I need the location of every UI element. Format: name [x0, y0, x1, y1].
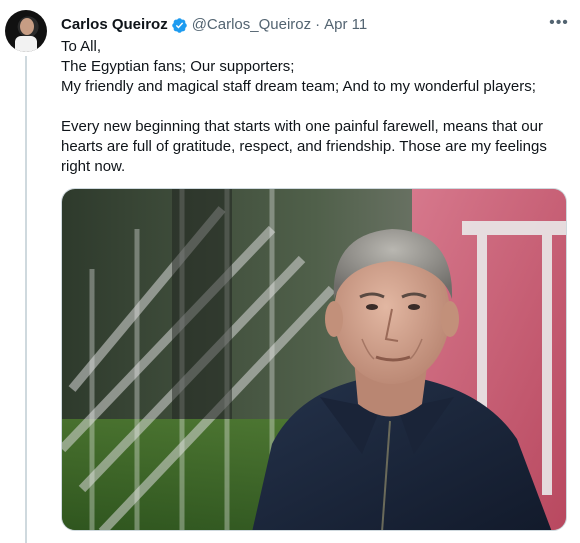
- tweet-line: The Egyptian fans; Our supporters;: [61, 58, 295, 75]
- avatar[interactable]: [5, 10, 47, 52]
- header-separator: ·: [315, 16, 321, 33]
- tweet-header: Carlos Queiroz @Carlos_Queiroz · Apr 11: [61, 15, 367, 35]
- author-handle[interactable]: @Carlos_Queiroz: [192, 15, 311, 35]
- tweet-line: To All,: [61, 38, 102, 55]
- tweet-line: right now.: [61, 158, 126, 175]
- verified-badge-icon: [171, 17, 187, 33]
- photo-image: [62, 189, 566, 530]
- avatar-shirt: [15, 36, 37, 52]
- more-options-icon[interactable]: •••: [548, 12, 570, 34]
- author-name[interactable]: Carlos Queiroz: [61, 15, 168, 35]
- tweet[interactable]: Carlos Queiroz @Carlos_Queiroz · Apr 11 …: [0, 0, 580, 543]
- thread-line: [25, 56, 27, 543]
- tweet-line: My friendly and magical staff dream team…: [61, 78, 536, 95]
- tweet-line: Every new beginning that starts with one…: [61, 118, 543, 135]
- tweet-text: To All, The Egyptian fans; Our supporter…: [61, 37, 566, 177]
- avatar-face: [20, 18, 34, 35]
- tweet-date[interactable]: Apr 11: [324, 15, 367, 35]
- tweet-line: hearts are full of gratitude, respect, a…: [61, 138, 547, 155]
- tweet-photo[interactable]: [61, 188, 567, 531]
